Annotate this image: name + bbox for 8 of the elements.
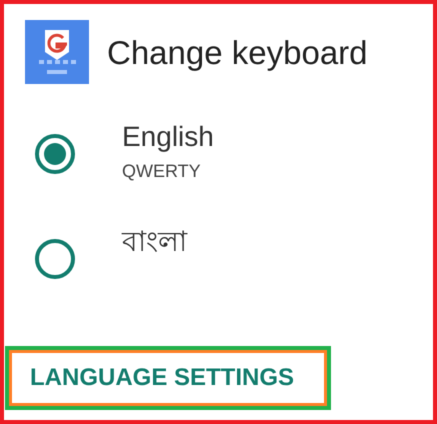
language-settings-button[interactable]: LANGUAGE SETTINGS [9, 350, 327, 406]
radio-button[interactable] [35, 134, 75, 174]
keyboard-app-icon [25, 20, 89, 84]
radio-button[interactable] [35, 239, 75, 279]
dialog-title: Change keyboard [107, 36, 368, 68]
language-name: English [122, 120, 214, 154]
language-name: বাংলা [122, 225, 187, 259]
layout-name: QWERTY [122, 160, 202, 183]
